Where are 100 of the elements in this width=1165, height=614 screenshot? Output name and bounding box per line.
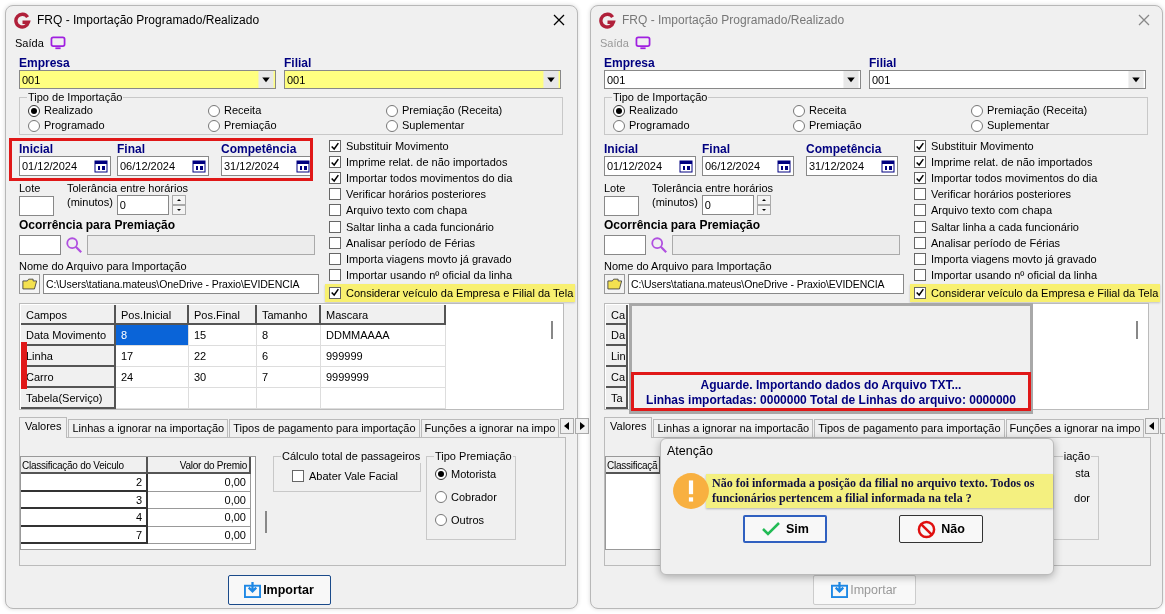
table-cell[interactable]: 6 [257,345,321,367]
monitor-icon[interactable] [49,36,66,50]
table-cell: 3 [21,491,148,510]
table-cell[interactable]: 15 [189,324,257,346]
check-icon [915,156,925,168]
checkbox[interactable]: Imprime relat. de não importados [329,154,576,171]
radio-label: sta [1075,465,1090,481]
group-label: Tipo de Importação [612,91,709,104]
checkbox[interactable]: Importar usando nº oficial da linha [329,266,576,283]
check-icon[interactable] [761,521,782,537]
dropdown-field[interactable]: 001 [19,70,276,89]
column-header: Valor do Premio [148,456,251,475]
field-label: Tolerância entre horários [652,182,774,195]
column-header: Pos.Final [189,304,257,325]
check-icon [915,287,925,299]
scroll-left-icon[interactable] [560,418,575,435]
column-header: Tamanho [257,304,321,325]
field-label: Lote [19,182,42,195]
tab[interactable]: Tipos de pagamento para importação [229,418,420,437]
import-button[interactable]: Importar [227,574,331,605]
radio-button[interactable]: Suplementar [386,118,465,133]
date-field[interactable]: 01/12/2024 [19,156,111,176]
window-title: FRQ - Importação Programado/Realizado [37,13,261,27]
table-cell[interactable]: 8 [116,324,189,346]
field-label: Inicial [604,142,639,156]
field-label: (minutos) [652,196,698,209]
field-label: Competência [806,142,883,156]
radio-button[interactable]: Programado [28,118,105,133]
search-icon[interactable] [65,236,83,254]
app-logo-icon [599,11,616,29]
column-header: Classificaçã [606,456,662,475]
checkbox[interactable]: Importa viagens movto já gravado [329,250,576,267]
group-label: iação [1062,449,1091,463]
radio-label: dor [1074,490,1090,506]
dropdown-field[interactable]: 001 [284,70,561,89]
radio-button[interactable]: Cobrador [435,489,497,505]
check-icon [330,287,340,299]
no-entry-icon[interactable] [917,519,937,539]
table-cell[interactable]: 22 [189,345,257,367]
calendar-icon[interactable] [93,158,109,174]
input-field[interactable] [19,196,54,216]
scroll-right-icon[interactable] [575,418,590,435]
field-label: (minutos) [67,196,113,209]
table-cell[interactable]: 9999999 [321,366,446,388]
check-icon [915,172,925,184]
date-field[interactable]: 31/12/2024 [221,156,313,176]
caret-icon[interactable] [258,71,274,88]
checkbox[interactable]: Importar todos movimentos do dia [329,170,576,187]
checkbox[interactable]: Verificar horários posteriores [329,186,576,203]
tab[interactable]: Linhas a ignorar na importação [68,418,229,437]
table-cell[interactable]: 30 [189,366,257,388]
table-cell[interactable] [257,387,321,409]
caret-icon[interactable] [543,71,559,88]
checkbox[interactable]: Arquivo texto com chapa [329,202,576,219]
radio-button[interactable]: Motorista [435,466,497,482]
radio-button[interactable]: Realizado [28,103,93,118]
field-label: Competência [221,142,298,156]
file-path-field[interactable]: C:\Users\tatiana.mateus\OneDrive - Praxio\EVIDENCIA [43,274,319,294]
menu-item[interactable]: Saída [15,37,44,49]
check-icon [330,172,340,184]
calendar-icon[interactable] [191,158,207,174]
table-cell[interactable]: DDMMAAAA [321,324,446,346]
column-header: Mascara [321,304,446,325]
table-cell[interactable]: 24 [116,366,189,388]
table-cell[interactable] [116,387,189,409]
table-cell[interactable] [321,387,446,409]
radio-button[interactable]: Outros [435,512,484,528]
field-label: Ocorrência para Premiação [19,218,177,233]
tab[interactable]: Valores [19,416,68,438]
field-label: Tolerância entre horários [67,182,189,195]
date-field[interactable]: 06/12/2024 [117,156,209,176]
table-cell[interactable]: 999999 [321,345,446,367]
checkbox[interactable]: Saltar linha a cada funcionário [329,218,576,235]
checkbox[interactable]: Analisar período de Férias [329,234,576,251]
column-header: Campos [21,304,116,325]
radio-button[interactable]: Premiação [208,118,277,133]
table-cell: 0,00 [148,474,251,492]
table-cell[interactable]: Tabela(Serviço) [21,387,116,409]
tab[interactable]: Funções a ignorar na impo [420,418,560,437]
radio-button[interactable]: Receita [208,103,262,118]
spin-arrows-icon[interactable] [171,195,186,215]
checkbox[interactable]: Abater Vale Facial [292,467,420,484]
table-cell[interactable]: 8 [257,324,321,346]
calendar-icon[interactable] [295,158,311,174]
app-logo-icon [14,11,31,29]
import-icon[interactable] [244,581,262,599]
warning-icon [672,472,710,510]
group-label: Cálculo total de passageiros [281,449,422,463]
table-cell: 2 [21,474,148,492]
scrollbar-thumb[interactable] [265,510,267,533]
table-cell[interactable]: 7 [257,366,321,388]
checkbox[interactable]: Considerar veículo da Empresa e Filial da Tela [325,283,576,302]
radio-button[interactable]: Premiação (Receita) [386,103,503,118]
table-cell[interactable]: 17 [116,345,189,367]
checkbox[interactable]: Substituir Movimento [329,138,576,155]
field-label: Nome do Arquivo para Importação [604,260,773,273]
scrollbar-thumb[interactable] [551,320,553,339]
input-field[interactable] [19,235,61,255]
table-cell[interactable] [189,387,257,409]
field-label: Empresa [604,56,656,70]
